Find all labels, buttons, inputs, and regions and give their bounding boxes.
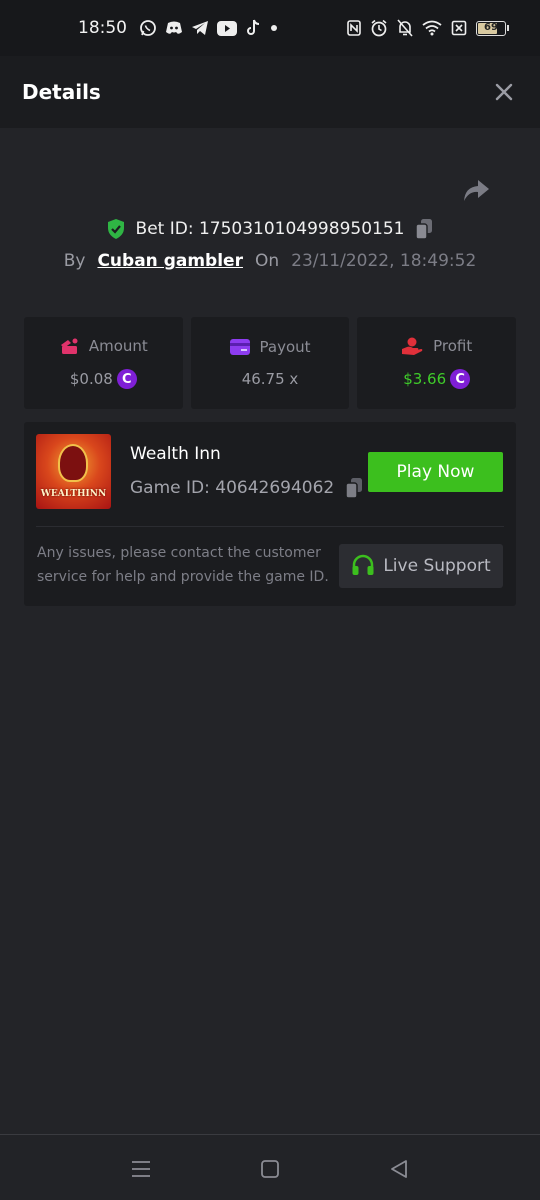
stat-amount: Amount $0.08 C	[24, 317, 183, 409]
system-nav-bar	[0, 1134, 540, 1200]
sim-off-icon	[451, 20, 467, 36]
stat-value: 46.75 x	[241, 370, 299, 388]
recents-button[interactable]	[127, 1155, 155, 1183]
home-button[interactable]	[256, 1155, 284, 1183]
coin-icon: C	[116, 369, 137, 389]
help-text: Any issues, please contact the customer …	[37, 545, 329, 585]
bet-id: Bet ID: 1750310104998950151	[135, 219, 405, 239]
stat-payout: Payout 46.75 x	[190, 317, 350, 409]
live-support-label: Live Support	[383, 556, 491, 576]
bet-stats: Amount $0.08 C Payout 46.75 x Profit $3.…	[24, 317, 517, 409]
back-triangle-icon	[391, 1160, 407, 1178]
live-support-button[interactable]: Live Support	[339, 544, 503, 588]
bet-id-row: Bet ID: 1750310104998950151	[0, 214, 540, 244]
headset-icon	[352, 554, 374, 575]
payout-card-icon	[229, 339, 250, 355]
stat-profit: Profit $3.66 C	[357, 317, 517, 409]
battery-icon: 69	[476, 20, 509, 36]
bet-meta-row: By Cuban gambler On 23/11/2022, 18:49:52	[0, 248, 540, 274]
status-time: 18:50	[78, 18, 127, 38]
close-button[interactable]	[490, 78, 518, 106]
telegram-icon	[192, 21, 208, 35]
share-icon	[464, 180, 489, 201]
copy-icon[interactable]	[344, 477, 364, 499]
nfc-icon	[347, 20, 361, 36]
game-name: Wealth Inn	[130, 444, 221, 464]
alarm-icon	[371, 19, 387, 37]
play-now-button[interactable]: Play Now	[368, 452, 503, 492]
discord-icon	[166, 21, 182, 34]
divider	[36, 526, 504, 527]
details-header: Details	[0, 56, 540, 128]
stat-value: $0.08	[69, 370, 113, 388]
stat-value: $3.66	[403, 370, 447, 388]
stat-label: Amount	[88, 337, 148, 355]
game-id: Game ID: 40642694062	[130, 478, 335, 498]
user-link[interactable]: Cuban gambler	[97, 251, 243, 271]
youtube-icon	[217, 20, 237, 36]
coin-icon: C	[450, 369, 471, 389]
dot-icon	[271, 25, 277, 31]
close-icon	[495, 83, 513, 101]
game-thumbnail[interactable]: WEALTHINN	[36, 434, 111, 509]
whatsapp-icon	[140, 20, 156, 36]
game-thumbnail-logo: WEALTHINN	[40, 489, 107, 499]
wifi-icon	[422, 20, 442, 36]
menu-icon	[132, 1161, 150, 1177]
on-label: On	[254, 251, 280, 271]
game-card: WEALTHINN Wealth Inn Game ID: 4064269406…	[24, 422, 516, 606]
amount-icon	[60, 338, 78, 354]
bet-date: 23/11/2022, 18:49:52	[291, 251, 477, 271]
game-id-row: Game ID: 40642694062	[130, 477, 364, 499]
stat-label: Payout	[259, 338, 311, 356]
battery-level: 69	[484, 21, 498, 33]
by-label: By	[63, 251, 86, 271]
tiktok-icon	[247, 19, 260, 35]
status-bar: 18:50 69	[0, 0, 540, 56]
bell-off-icon	[397, 19, 413, 37]
home-square-icon	[261, 1160, 279, 1178]
stat-label: Profit	[433, 337, 473, 355]
copy-icon[interactable]	[414, 218, 434, 240]
back-button[interactable]	[385, 1155, 413, 1183]
share-button[interactable]	[461, 178, 491, 206]
page-title: Details	[22, 80, 101, 104]
verified-shield-icon	[107, 219, 124, 239]
profit-hand-icon	[402, 337, 423, 355]
